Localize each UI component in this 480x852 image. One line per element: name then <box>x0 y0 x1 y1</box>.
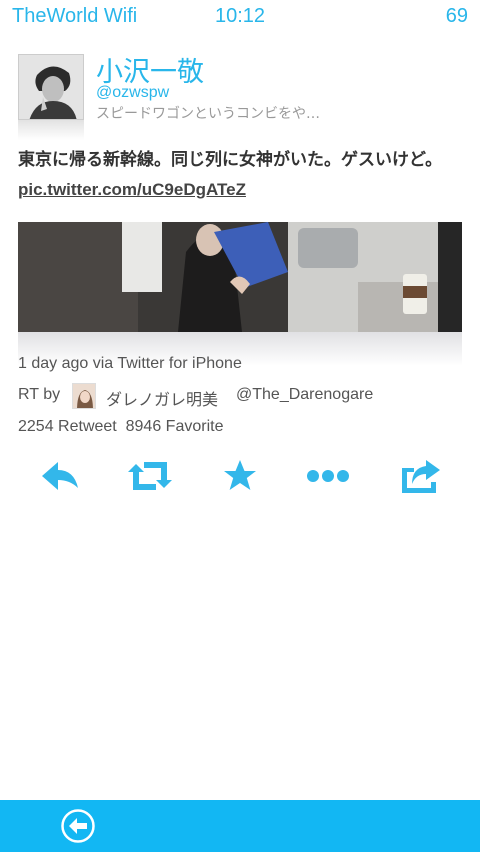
share-icon[interactable] <box>398 458 442 494</box>
avatar[interactable] <box>18 54 84 120</box>
status-bar: TheWorld Wifi 10:12 69 <box>0 0 480 32</box>
tweet-actions <box>0 458 480 498</box>
retweet-icon[interactable] <box>128 458 172 494</box>
tweet-time: 1 day ago <box>18 355 89 372</box>
tweet-photo[interactable] <box>18 222 462 332</box>
tweet-text: 東京に帰る新幹線。同じ列に女神がいた。ゲスいけど。 pic.twitter.co… <box>18 146 458 205</box>
retweet-count[interactable]: 2254 Retweet <box>18 418 117 435</box>
retweeter-name[interactable]: ダレノガレ明美 <box>106 386 218 410</box>
bottom-bar <box>0 800 480 852</box>
back-button[interactable] <box>60 808 96 844</box>
avatar-reflection <box>18 120 84 140</box>
rt-label: RT by <box>18 386 61 403</box>
favorite-count[interactable]: 8946 Favorite <box>126 418 224 435</box>
screen-name[interactable]: @ozwspw <box>96 84 169 102</box>
tweet-source[interactable]: via Twitter for iPhone <box>93 355 242 372</box>
reply-icon[interactable] <box>38 458 82 494</box>
tweet-meta: 1 day ago via Twitter for iPhone <box>18 355 242 373</box>
tweet-counts: 2254 Retweet 8946 Favorite <box>18 418 223 436</box>
retweeter-avatar[interactable] <box>72 383 96 409</box>
tweet-body: 東京に帰る新幹線。同じ列に女神がいた。ゲスいけど。 <box>18 150 443 170</box>
clock: 10:12 <box>214 5 266 27</box>
retweeter-screen-name[interactable]: @The_Darenogare <box>236 386 373 404</box>
more-icon[interactable] <box>306 458 350 494</box>
battery-level: 69 <box>445 5 468 27</box>
star-icon[interactable] <box>218 458 262 494</box>
back-arrow-icon <box>61 809 95 843</box>
user-bio: スピードワゴンというコンビをや… <box>96 106 320 122</box>
tweet-link[interactable]: pic.twitter.com/uC9eDgATeZ <box>18 180 246 199</box>
